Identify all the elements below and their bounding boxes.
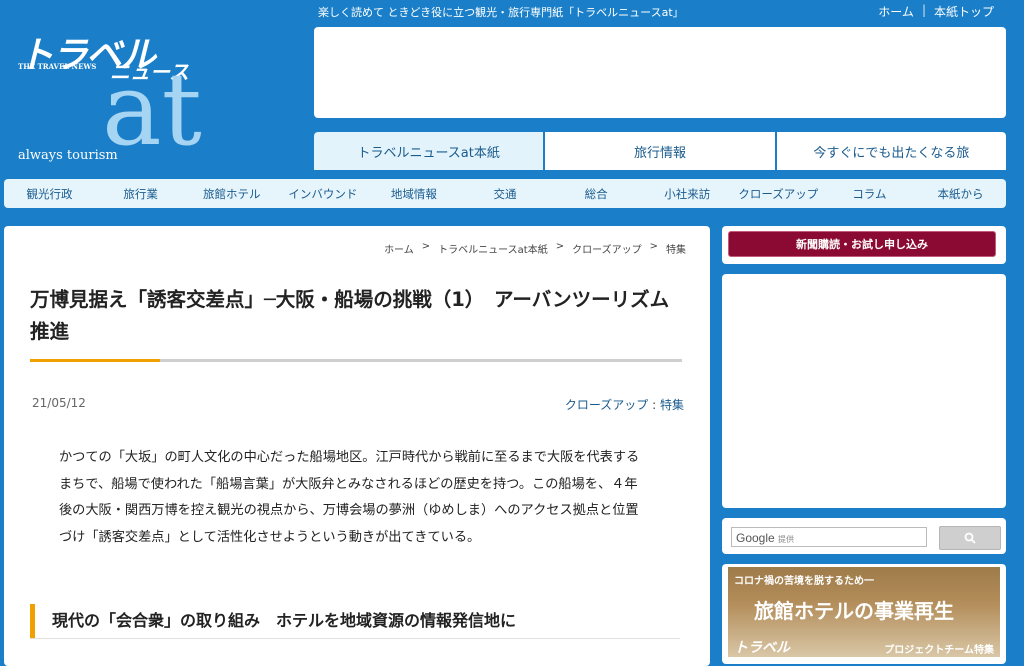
paper-top-link[interactable]: 本紙トップ xyxy=(934,3,994,20)
google-label: Google xyxy=(736,531,775,545)
title-underline xyxy=(30,359,682,362)
home-link[interactable]: ホーム xyxy=(878,3,914,20)
top-links: ホーム | 本紙トップ xyxy=(878,3,994,20)
breadcrumb-home[interactable]: ホーム xyxy=(384,241,414,256)
main-navigation: 観光行政 旅行業 旅館ホテル インバウンド 地域情報 交通 総合 小社来訪 クロ… xyxy=(4,179,1006,208)
breadcrumb-separator: > xyxy=(649,241,658,252)
nav-item-ryokan-hotel[interactable]: 旅館ホテル xyxy=(186,179,277,208)
logo-text-at: at xyxy=(102,51,202,168)
article-title: 万博見据え「誘客交差点」─大阪・船場の挑戦（1） アーバンツーリズム推進 xyxy=(30,288,670,343)
section-heading-bar xyxy=(30,604,35,638)
subnav-tab-paper[interactable]: トラベルニュースat本紙 xyxy=(314,132,544,170)
breadcrumb: ホーム > トラベルニュースat本紙 > クローズアップ > 特集 xyxy=(384,241,686,256)
site-logo[interactable]: トラベル ニュース THE TRAVEL NEWS at always tour… xyxy=(18,26,208,166)
provided-label: 提供 xyxy=(778,535,795,544)
subscribe-button[interactable]: 新聞購読・お試し申し込み xyxy=(728,231,996,257)
nav-item-closeup[interactable]: クローズアップ xyxy=(733,179,824,208)
banner-line3: トラベル xyxy=(734,640,790,656)
top-links-separator: | xyxy=(921,3,926,17)
top-ad-area xyxy=(314,27,1006,118)
article-body: かつての「大坂」の町人文化の中心だった船場地区。江戸時代から戦前に至るまで大阪を… xyxy=(59,450,640,545)
article-date: 21/05/12 xyxy=(32,396,86,410)
breadcrumb-closeup[interactable]: クローズアップ xyxy=(572,241,642,256)
sub-navigation: トラベルニュースat本紙 旅行情報 今すぐにでも出たくなる旅 xyxy=(314,132,1006,170)
breadcrumb-feature[interactable]: 特集 xyxy=(666,241,686,256)
hotel-rebuild-banner[interactable]: コロナ禍の苦境を脱するため一 旅館ホテルの事業再生 トラベル プロジェクトチーム… xyxy=(728,567,1000,657)
title-underline-accent xyxy=(30,359,160,362)
nav-item-general[interactable]: 総合 xyxy=(551,179,642,208)
category-separator: : xyxy=(652,398,657,412)
search-panel: Google 提供 xyxy=(722,518,1006,554)
search-icon xyxy=(964,532,976,544)
category-feature-link[interactable]: 特集 xyxy=(660,398,684,412)
search-button[interactable] xyxy=(939,526,1001,550)
sidebar-banner-panel: コロナ禍の苦境を脱するため一 旅館ホテルの事業再生 トラベル プロジェクトチーム… xyxy=(722,564,1006,664)
breadcrumb-separator: > xyxy=(555,241,565,252)
section-heading: 現代の「会合衆」の取り組み ホテルを地域資源の情報発信地に xyxy=(30,604,680,639)
article-categories: クローズアップ : 特集 xyxy=(565,396,684,413)
subnav-tab-travel-info[interactable]: 旅行情報 xyxy=(545,132,775,170)
category-closeup-link[interactable]: クローズアップ xyxy=(565,398,648,412)
site-tagline: 楽しく読めて ときどき役に立つ観光・旅行専門紙「トラベルニュースat」 xyxy=(318,6,684,19)
nav-item-visits[interactable]: 小社来訪 xyxy=(642,179,733,208)
banner-line4: プロジェクトチーム特集 xyxy=(884,645,994,656)
banner-line2: 旅館ホテルの事業再生 xyxy=(754,599,954,623)
logo-text-always: always tourism xyxy=(18,148,118,163)
nav-item-travel-industry[interactable]: 旅行業 xyxy=(95,179,186,208)
breadcrumb-separator: > xyxy=(421,241,431,252)
breadcrumb-paper[interactable]: トラベルニュースat本紙 xyxy=(438,241,548,256)
sidebar-ad-area xyxy=(722,274,1006,508)
nav-item-from-paper[interactable]: 本紙から xyxy=(915,179,1006,208)
nav-item-column[interactable]: コラム xyxy=(824,179,915,208)
logo-text-en: THE TRAVEL NEWS xyxy=(18,62,97,71)
nav-item-transport[interactable]: 交通 xyxy=(459,179,550,208)
article-panel: ホーム > トラベルニュースat本紙 > クローズアップ > 特集 万博見据え「… xyxy=(4,226,710,666)
nav-item-inbound[interactable]: インバウンド xyxy=(277,179,368,208)
nav-item-regional-info[interactable]: 地域情報 xyxy=(368,179,459,208)
nav-item-tourism-admin[interactable]: 観光行政 xyxy=(4,179,95,208)
subnav-tab-trips[interactable]: 今すぐにでも出たくなる旅 xyxy=(776,132,1006,170)
subscribe-panel: 新聞購読・お試し申し込み xyxy=(722,226,1006,264)
banner-line1: コロナ禍の苦境を脱するため一 xyxy=(734,576,874,587)
search-input[interactable]: Google 提供 xyxy=(731,527,927,547)
section-heading-text: 現代の「会合衆」の取り組み ホテルを地域資源の情報発信地に xyxy=(52,611,517,630)
